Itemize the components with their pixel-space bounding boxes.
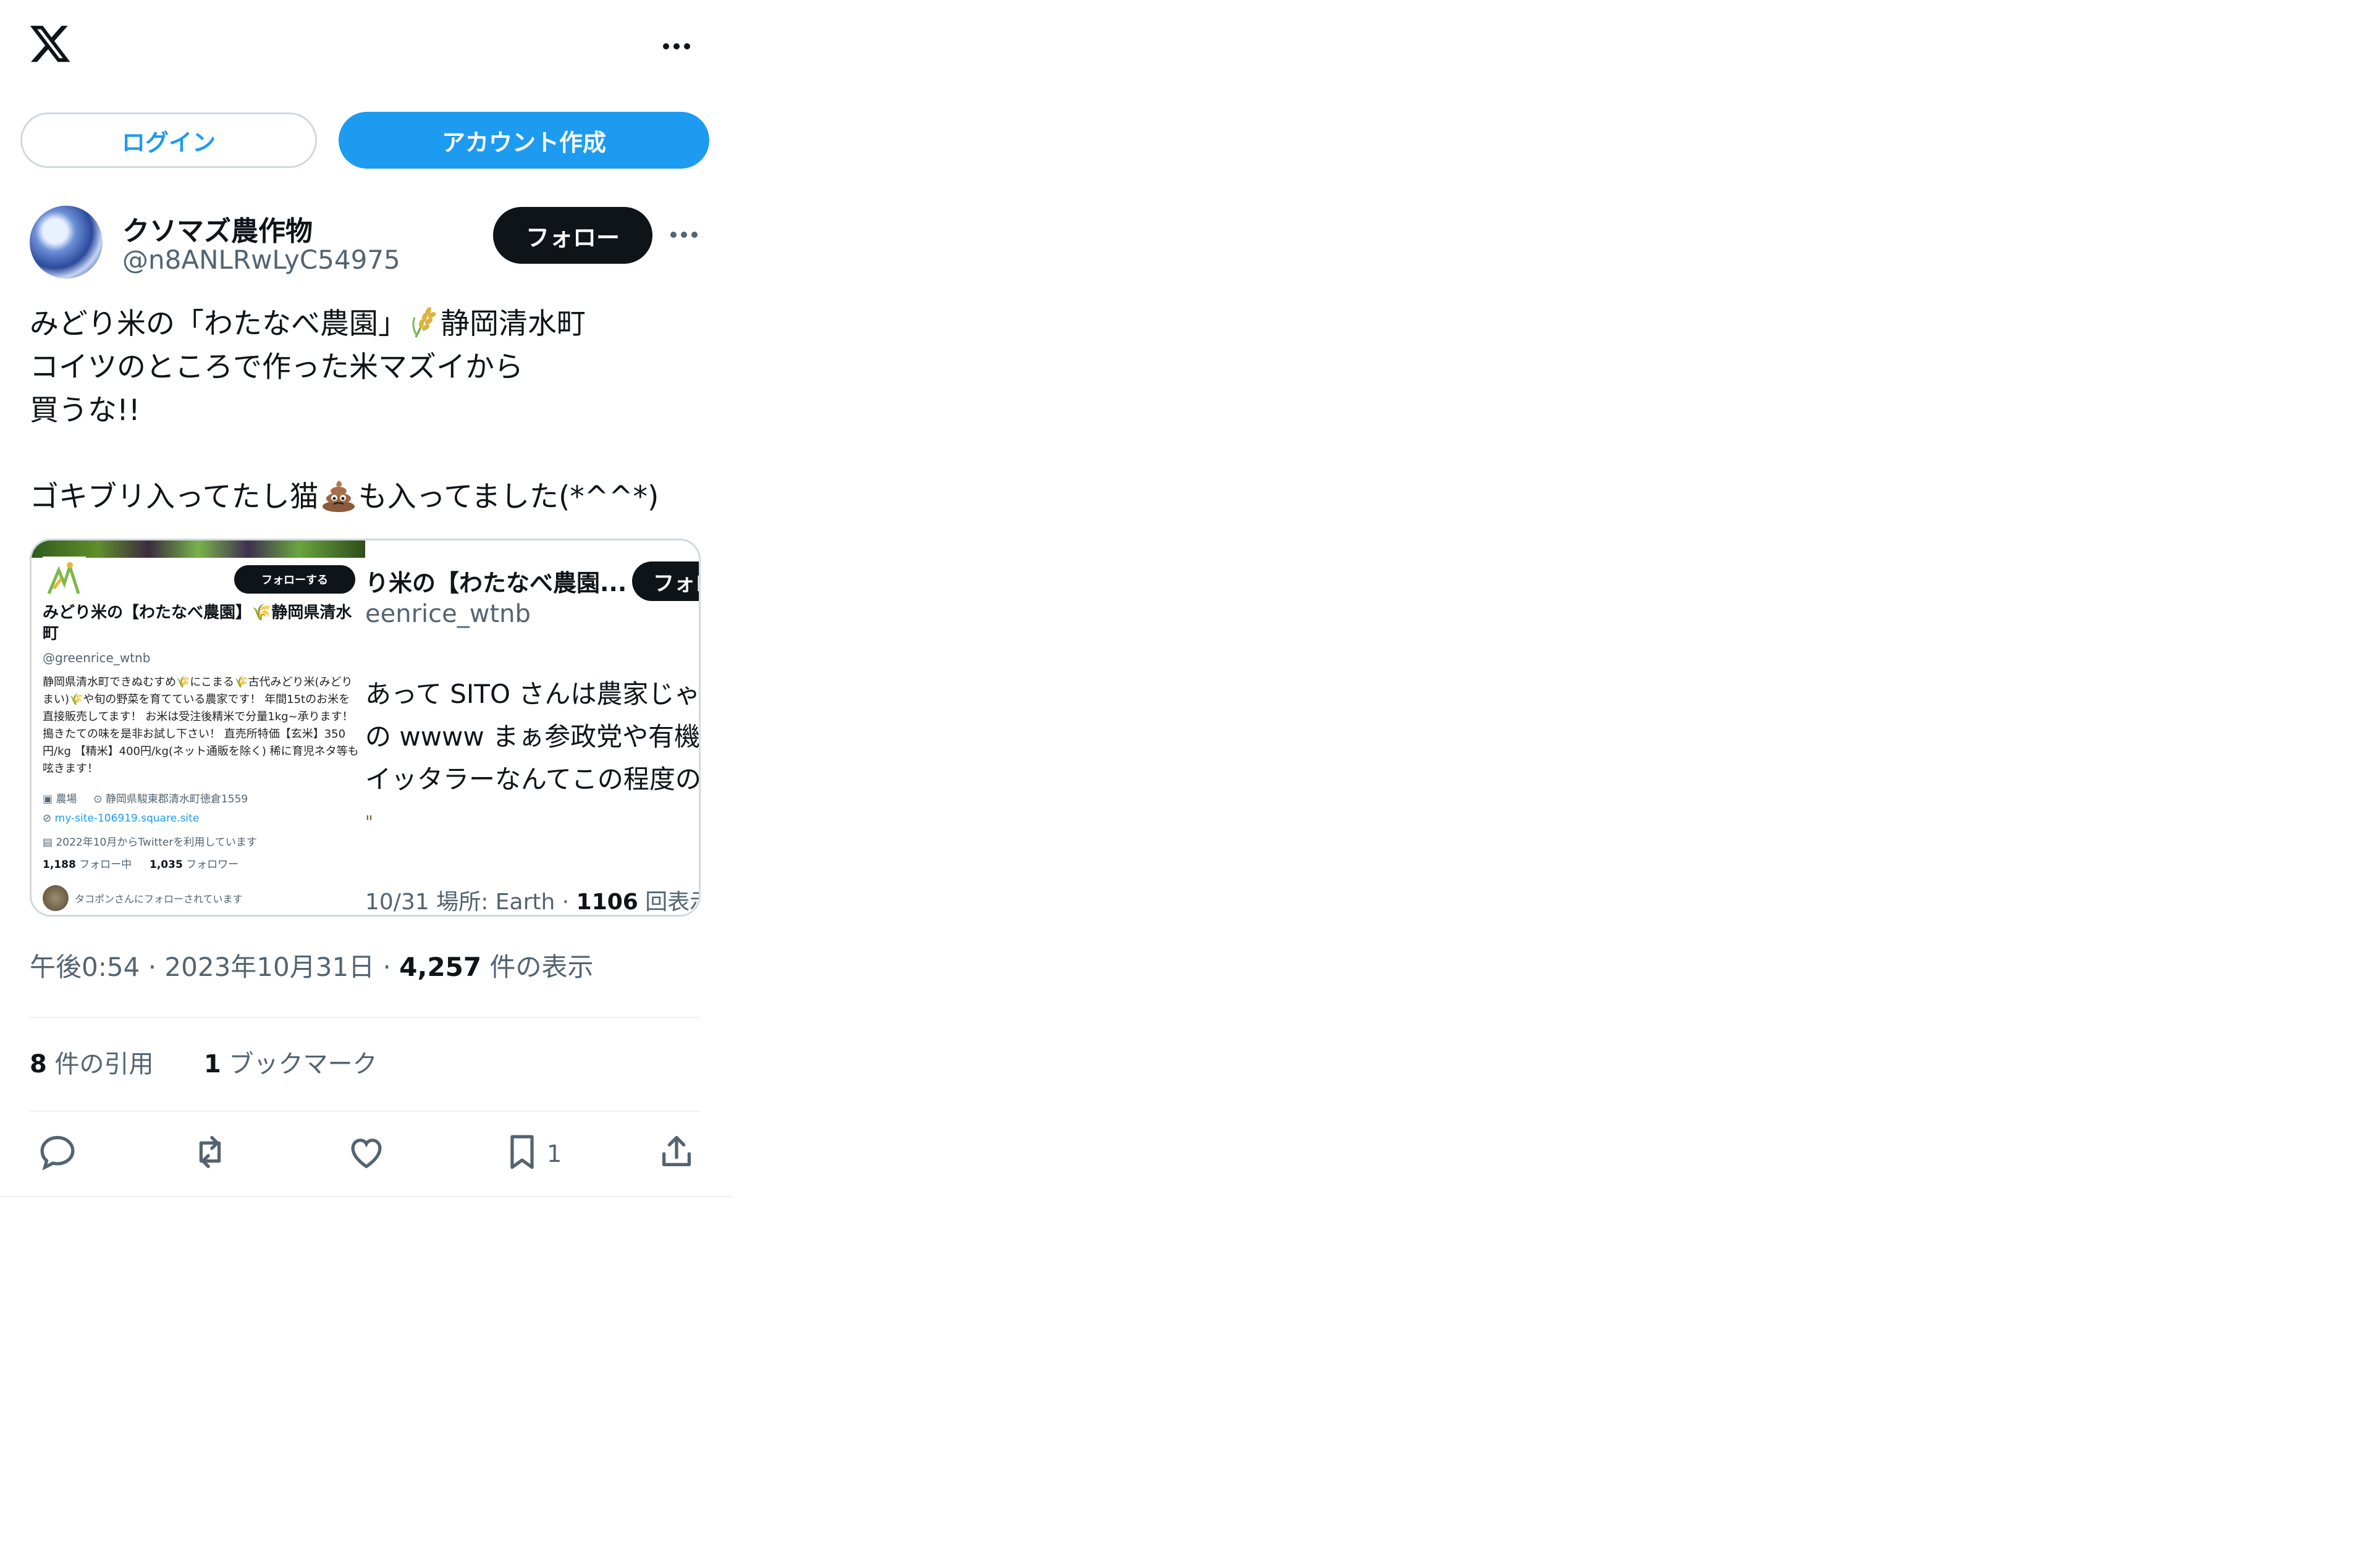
profile-banner bbox=[32, 540, 365, 558]
quoted-name: り米の【わたなべ農園... bbox=[365, 570, 627, 597]
author-name[interactable]: クソマズ農作物 bbox=[122, 209, 313, 248]
tweet-line: みどり米の「わたなべ農園」 静岡清水町 bbox=[30, 303, 709, 346]
farm-logo-icon bbox=[43, 557, 86, 600]
quotes-label: 件の引用 bbox=[46, 1050, 154, 1078]
profile-name: みどり米の【わたなべ農園】🌾静岡県清水町 bbox=[43, 603, 352, 643]
media-image-profile-screenshot[interactable]: フォローする みどり米の【わたなべ農園】🌾静岡県清水町 @greenrice_w… bbox=[32, 540, 365, 915]
views-count: 4,257 bbox=[399, 952, 482, 982]
link-icon: ⊘ bbox=[43, 812, 55, 825]
profile-location: 静岡県駿東郡清水町徳倉1559 bbox=[105, 793, 248, 805]
tweet-text: みどり米の「わたなべ農園」 静岡清水町 コイツのところで作った米マズイから 買うな… bbox=[30, 303, 709, 519]
bookmark-icon[interactable] bbox=[500, 1130, 544, 1174]
profile-follow-button: フォローする bbox=[234, 565, 355, 594]
views-label: 件の表示 bbox=[481, 952, 594, 982]
signup-button[interactable]: アカウント作成 bbox=[339, 112, 709, 169]
author-handle[interactable]: @n8ANLRwLyC54975 bbox=[122, 245, 400, 275]
separator-dot: · bbox=[382, 952, 391, 982]
profile-joined-row: ▤ 2022年10月からTwitterを利用しています bbox=[43, 833, 257, 849]
tweet-text-segment: ゴキブリ入ってたし猫 bbox=[30, 480, 319, 514]
bookmarks-label: ブックマーク bbox=[221, 1050, 378, 1078]
quoted-handle: eenrice_wtnb bbox=[365, 600, 531, 628]
briefcase-icon: ▣ bbox=[43, 793, 56, 805]
quoted-views-count: 1106 bbox=[576, 889, 638, 915]
follow-button[interactable]: フォロー bbox=[493, 207, 652, 264]
tweet-line bbox=[30, 432, 709, 476]
avatar[interactable] bbox=[30, 206, 103, 279]
following-count: 1,188 bbox=[43, 859, 76, 871]
bookmark-count: 1 bbox=[547, 1140, 562, 1167]
followers-label: フォロワー bbox=[186, 859, 239, 871]
profile-meta: ▣ 農場 ⊙ 静岡県駿東郡清水町徳倉1559 bbox=[43, 790, 248, 805]
profile-bio: 静岡県清水町できぬむすめ🌾にこまる🌾古代みどり米(みどりまい)🌾や旬の野菜を育て… bbox=[43, 676, 359, 775]
like-icon[interactable] bbox=[345, 1130, 388, 1174]
tweet-time[interactable]: 午後0:54 bbox=[30, 952, 140, 982]
followers-count: 1,035 bbox=[150, 859, 183, 871]
calendar-icon: ▤ bbox=[43, 836, 56, 849]
follower-avatar bbox=[43, 885, 69, 911]
retweet-icon[interactable] bbox=[188, 1130, 232, 1174]
profile-stats: 1,188 フォロー中 1,035 フォロワー bbox=[43, 856, 238, 871]
profile-link: my-site-106919.square.site bbox=[54, 812, 200, 825]
quoted-line: " bbox=[365, 812, 373, 832]
share-icon[interactable] bbox=[655, 1130, 698, 1174]
profile-category: 農場 bbox=[56, 793, 77, 805]
quoted-footer-date: 10/31 場所: Earth · bbox=[365, 889, 576, 915]
tweet-text-segment: みどり米の「わたなべ農園」 bbox=[30, 307, 407, 341]
profile-joined: 2022年10月からTwitterを利用しています bbox=[56, 836, 257, 849]
quotes-link[interactable]: 8 件の引用 bbox=[30, 1050, 154, 1078]
media-card[interactable]: フォローする みどり米の【わたなべ農園】🌾静岡県清水町 @greenrice_w… bbox=[30, 539, 701, 917]
tweet-line: コイツのところで作った米マズイから bbox=[30, 350, 523, 384]
media-image-tweet-screenshot[interactable]: り米の【わたなべ農園... フォロ eenrice_wtnb あって SITO … bbox=[365, 540, 701, 915]
bookmarks-count: 1 bbox=[204, 1050, 221, 1078]
more-horizontal-icon[interactable] bbox=[669, 222, 699, 247]
login-button[interactable]: ログイン bbox=[20, 112, 317, 168]
x-logo-icon[interactable] bbox=[28, 22, 72, 66]
profile-link-row: ⊘ my-site-106919.square.site bbox=[43, 812, 199, 825]
quoted-footer: 10/31 場所: Earth · 1106 回表示 bbox=[365, 884, 699, 915]
engagement-stats: 8 件の引用 1 ブックマーク bbox=[30, 1044, 378, 1080]
followed-by-text: タコポンさんにフォローされています bbox=[75, 893, 243, 905]
quoted-line: の wwww まぁ参政党や有機 bbox=[365, 721, 701, 752]
bottom-divider bbox=[0, 1196, 733, 1197]
followed-by-row: タコポンさんにフォローされています bbox=[43, 885, 243, 911]
divider bbox=[30, 1111, 701, 1112]
quoted-views-label: 回表示 bbox=[645, 889, 699, 915]
divider bbox=[30, 1017, 701, 1018]
tweet-text-segment: 静岡清水町 bbox=[441, 307, 586, 341]
location-pin-icon: ⊙ bbox=[93, 793, 106, 805]
rice-emoji-icon bbox=[410, 305, 438, 338]
poo-emoji-icon bbox=[320, 478, 357, 513]
reply-icon[interactable] bbox=[36, 1130, 79, 1174]
bookmarks-stat: 1 ブックマーク bbox=[204, 1050, 378, 1078]
profile-handle: @greenrice_wtnb bbox=[43, 650, 151, 665]
tweet-line: 買うな!! bbox=[30, 393, 140, 427]
following-label: フォロー中 bbox=[79, 859, 132, 871]
quoted-follow-button: フォロ bbox=[632, 561, 699, 601]
tweet-text-segment: も入ってました(*^^*) bbox=[358, 480, 659, 514]
tweet-line: ゴキブリ入ってたし猫 も入ってました(*^^*) bbox=[30, 476, 709, 519]
tweet-timestamp: 午後0:54 · 2023年10月31日 · 4,257 件の表示 bbox=[30, 946, 593, 984]
quoted-line: イッタラーなんてこの程度の bbox=[365, 764, 701, 794]
more-horizontal-icon[interactable] bbox=[661, 34, 692, 59]
separator-dot: · bbox=[148, 952, 157, 982]
quotes-count: 8 bbox=[30, 1050, 47, 1078]
quoted-text: あって SITO さんは農家じゃ の wwww まぁ参政党や有機 イッタラーなん… bbox=[365, 673, 701, 843]
tweet-date[interactable]: 2023年10月31日 bbox=[164, 952, 374, 982]
quoted-line: あって SITO さんは農家じゃ bbox=[365, 679, 701, 709]
